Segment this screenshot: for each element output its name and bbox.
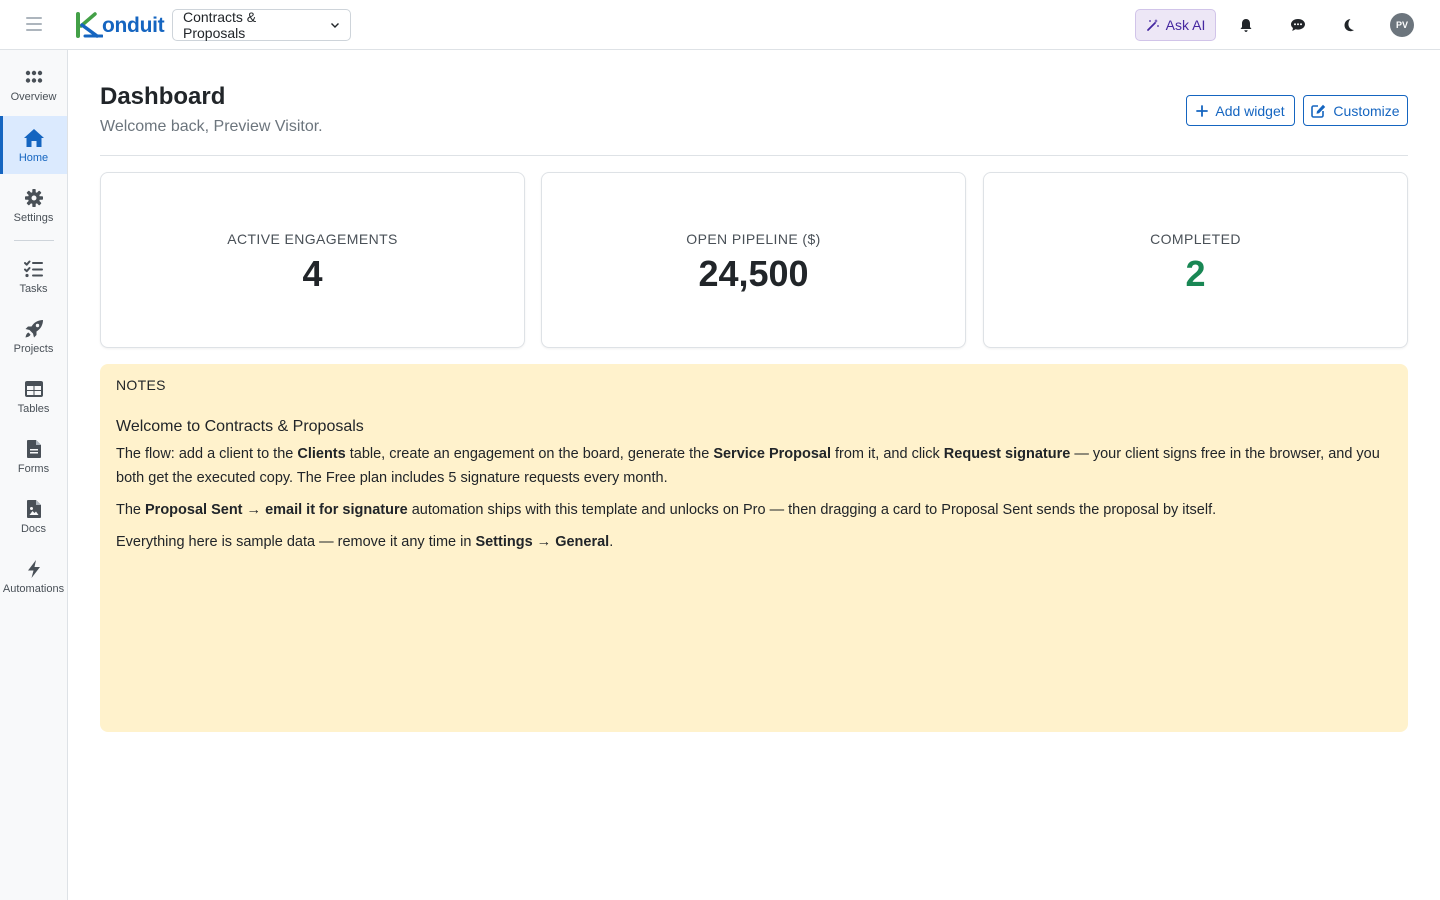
stat-label: COMPLETED	[1150, 231, 1241, 247]
menu-icon[interactable]	[26, 17, 42, 31]
konduit-logo[interactable]: onduit	[75, 12, 165, 38]
sidebar-divider	[14, 240, 54, 241]
page-subtitle: Welcome back, Preview Visitor.	[100, 118, 323, 135]
sidebar-item-tables[interactable]: Tables	[0, 367, 67, 425]
bell-icon[interactable]	[1236, 15, 1256, 35]
sidebar-item-label: Tasks	[19, 282, 48, 295]
stat-value: 24,500	[698, 253, 809, 294]
user-avatar[interactable]: PV	[1390, 13, 1414, 37]
dark-mode-moon-icon[interactable]	[1340, 15, 1360, 35]
edit-icon	[1311, 104, 1326, 118]
sidebar: Overview Home Settings Tasks Projects Ta…	[0, 50, 68, 900]
customize-button[interactable]: Customize	[1303, 95, 1408, 126]
bolt-icon	[23, 558, 45, 580]
sidebar-item-label: Home	[18, 151, 49, 164]
notes-paragraph-flow: The flow: add a client to the Clients ta…	[116, 446, 1380, 486]
notes-paragraph-automation: The Proposal Sent → email it for signatu…	[116, 502, 1217, 518]
workspace-switcher[interactable]: Contracts & Proposals	[172, 9, 351, 41]
ask-ai-label: Ask AI	[1165, 17, 1206, 33]
checklist-icon	[23, 258, 45, 280]
sidebar-item-label: Docs	[20, 522, 47, 535]
doc-icon	[23, 498, 45, 520]
header-divider	[100, 155, 1408, 156]
stat-value: 2	[1185, 253, 1206, 294]
chat-icon[interactable]	[1288, 15, 1308, 35]
notes-heading: Welcome to Contracts & Proposals	[116, 418, 364, 435]
table-icon	[23, 378, 45, 400]
sidebar-item-label: Settings	[13, 211, 54, 224]
sidebar-item-label: Projects	[13, 342, 54, 355]
gear-icon	[23, 187, 45, 209]
form-icon	[23, 438, 45, 460]
home-icon	[23, 127, 45, 149]
sidebar-item-home[interactable]: Home	[0, 116, 67, 174]
stat-label: OPEN PIPELINE ($)	[686, 231, 821, 247]
workspace-name: Contracts & Proposals	[183, 9, 257, 41]
notes-widget: NOTES Welcome to Contracts & Proposals T…	[100, 364, 1408, 732]
sidebar-item-label: Automations	[2, 582, 65, 595]
logo-text: onduit	[102, 13, 165, 37]
sidebar-item-overview[interactable]: Overview	[0, 55, 67, 113]
customize-label: Customize	[1333, 102, 1400, 119]
page-title: Dashboard	[100, 83, 226, 110]
rocket-icon	[23, 318, 45, 340]
sidebar-item-label: Overview	[10, 90, 57, 103]
sidebar-item-projects[interactable]: Projects	[0, 307, 67, 365]
add-widget-label: Add widget	[1215, 102, 1285, 119]
sidebar-item-label: Tables	[17, 402, 50, 415]
stat-label: ACTIVE ENGAGEMENTS	[227, 231, 398, 247]
chevron-down-icon	[331, 23, 339, 28]
sidebar-item-forms[interactable]: Forms	[0, 427, 67, 485]
grid-icon	[23, 66, 45, 88]
sidebar-item-automations[interactable]: Automations	[0, 547, 67, 605]
stat-card-completed[interactable]: COMPLETED 2	[983, 172, 1408, 348]
top-bar: onduit Contracts & Proposals Ask AI PV	[0, 0, 1440, 50]
logo-k-mark	[76, 12, 103, 38]
stat-card-active-engagements[interactable]: ACTIVE ENGAGEMENTS 4	[100, 172, 525, 348]
stat-card-open-pipeline[interactable]: OPEN PIPELINE ($) 24,500	[541, 172, 966, 348]
plus-icon	[1196, 104, 1209, 117]
ask-ai-button[interactable]: Ask AI	[1135, 9, 1216, 41]
notes-paragraph-sample-data: Everything here is sample data — remove …	[116, 534, 614, 550]
sidebar-item-label: Forms	[17, 462, 50, 475]
add-widget-button[interactable]: Add widget	[1186, 95, 1295, 126]
notes-label: NOTES	[116, 377, 166, 393]
sidebar-item-settings[interactable]: Settings	[0, 176, 67, 234]
magic-wand-icon	[1146, 19, 1159, 31]
stat-value: 4	[302, 253, 323, 294]
sidebar-item-tasks[interactable]: Tasks	[0, 247, 67, 305]
sidebar-item-docs[interactable]: Docs	[0, 487, 67, 545]
